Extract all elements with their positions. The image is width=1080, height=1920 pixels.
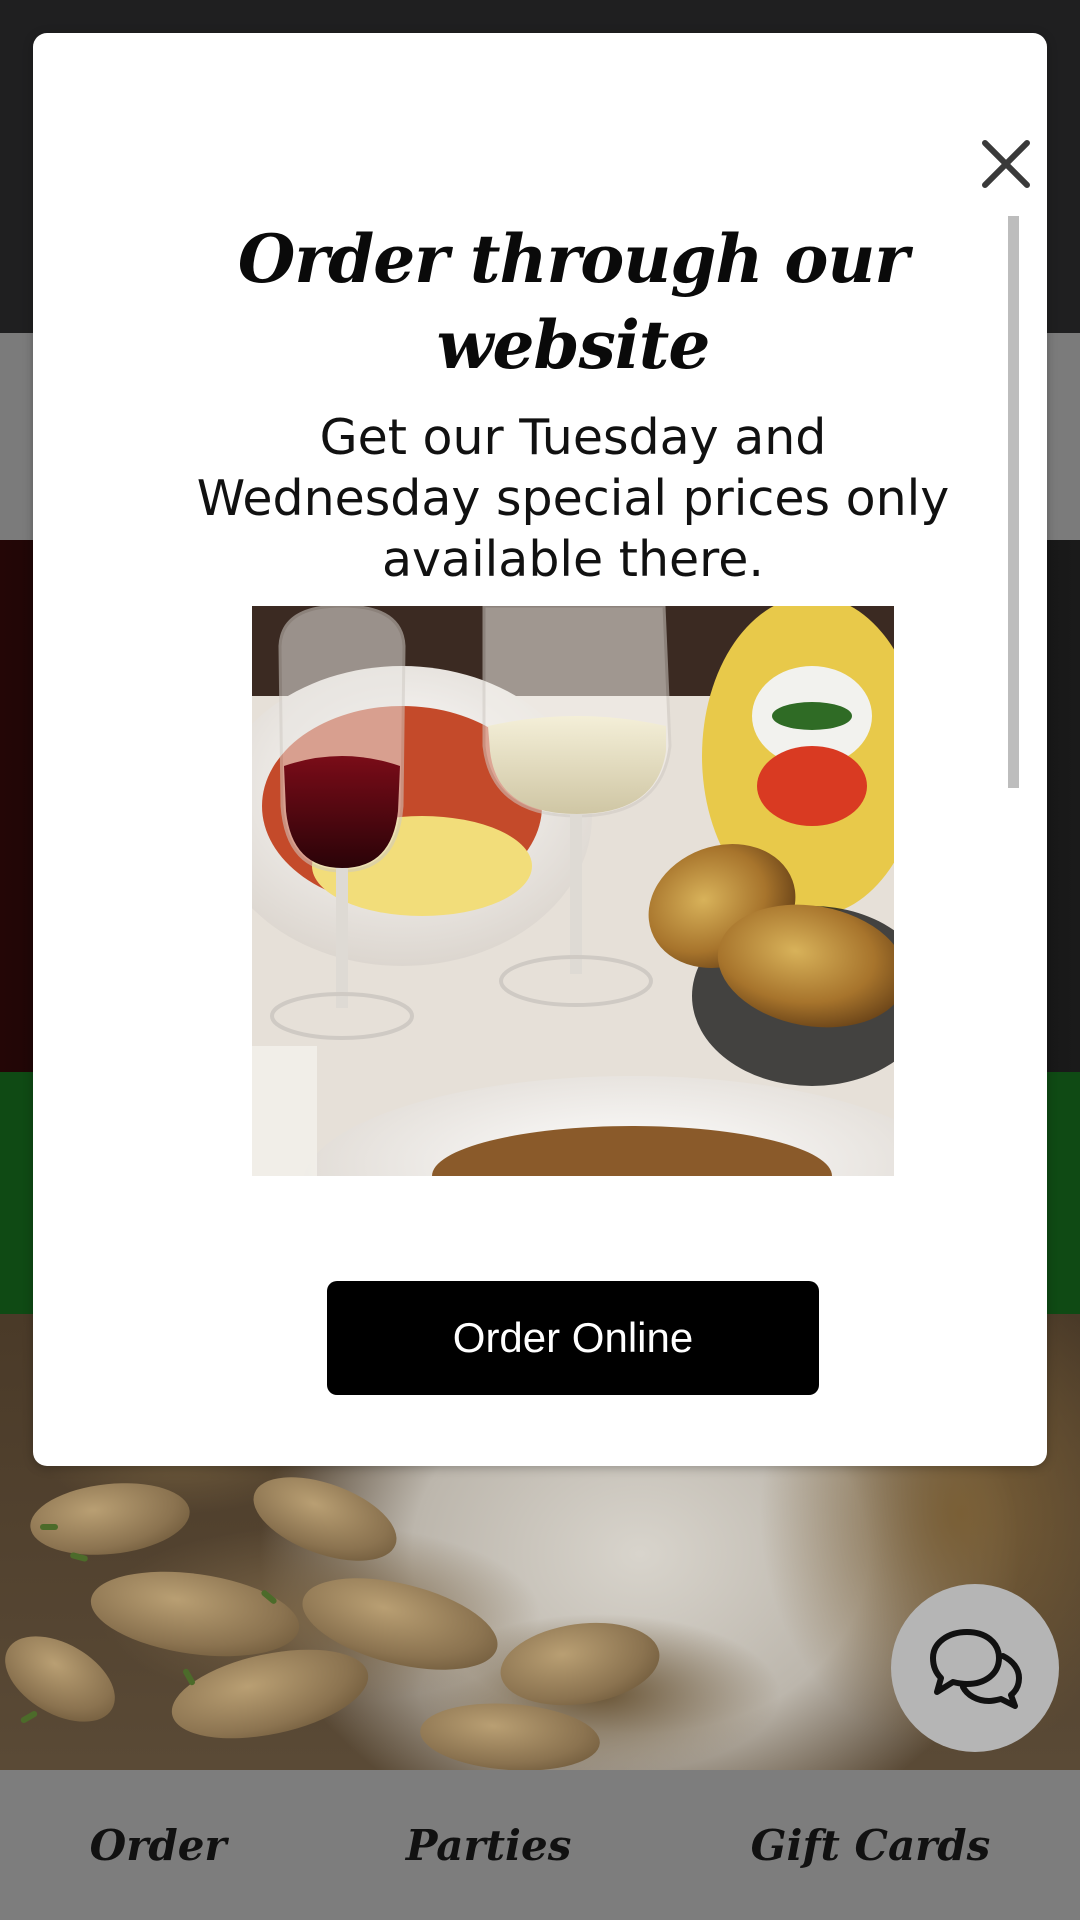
food-and-wine-photo (252, 606, 894, 1176)
modal-title: Order through our website (237, 220, 909, 384)
chat-button[interactable] (891, 1584, 1059, 1752)
nav-item-order[interactable]: Order (90, 1821, 227, 1870)
order-online-button[interactable]: Order Online (327, 1281, 819, 1395)
nav-item-parties[interactable]: Parties (406, 1821, 572, 1870)
modal-subtitle: Get our Tuesday and Wednesday special pr… (196, 409, 950, 588)
promo-modal: Order through our website Get our Tuesda… (33, 33, 1047, 1466)
modal-scrollbar[interactable] (1008, 216, 1019, 788)
nav-item-gift-cards[interactable]: Gift Cards (751, 1821, 991, 1870)
close-button[interactable] (973, 131, 1039, 197)
page: Order Parties Gift Cards Order through o… (0, 0, 1080, 1920)
bottom-nav: Order Parties Gift Cards (0, 1770, 1080, 1920)
chat-bubbles-icon (930, 1629, 1022, 1709)
close-icon (982, 140, 1030, 188)
